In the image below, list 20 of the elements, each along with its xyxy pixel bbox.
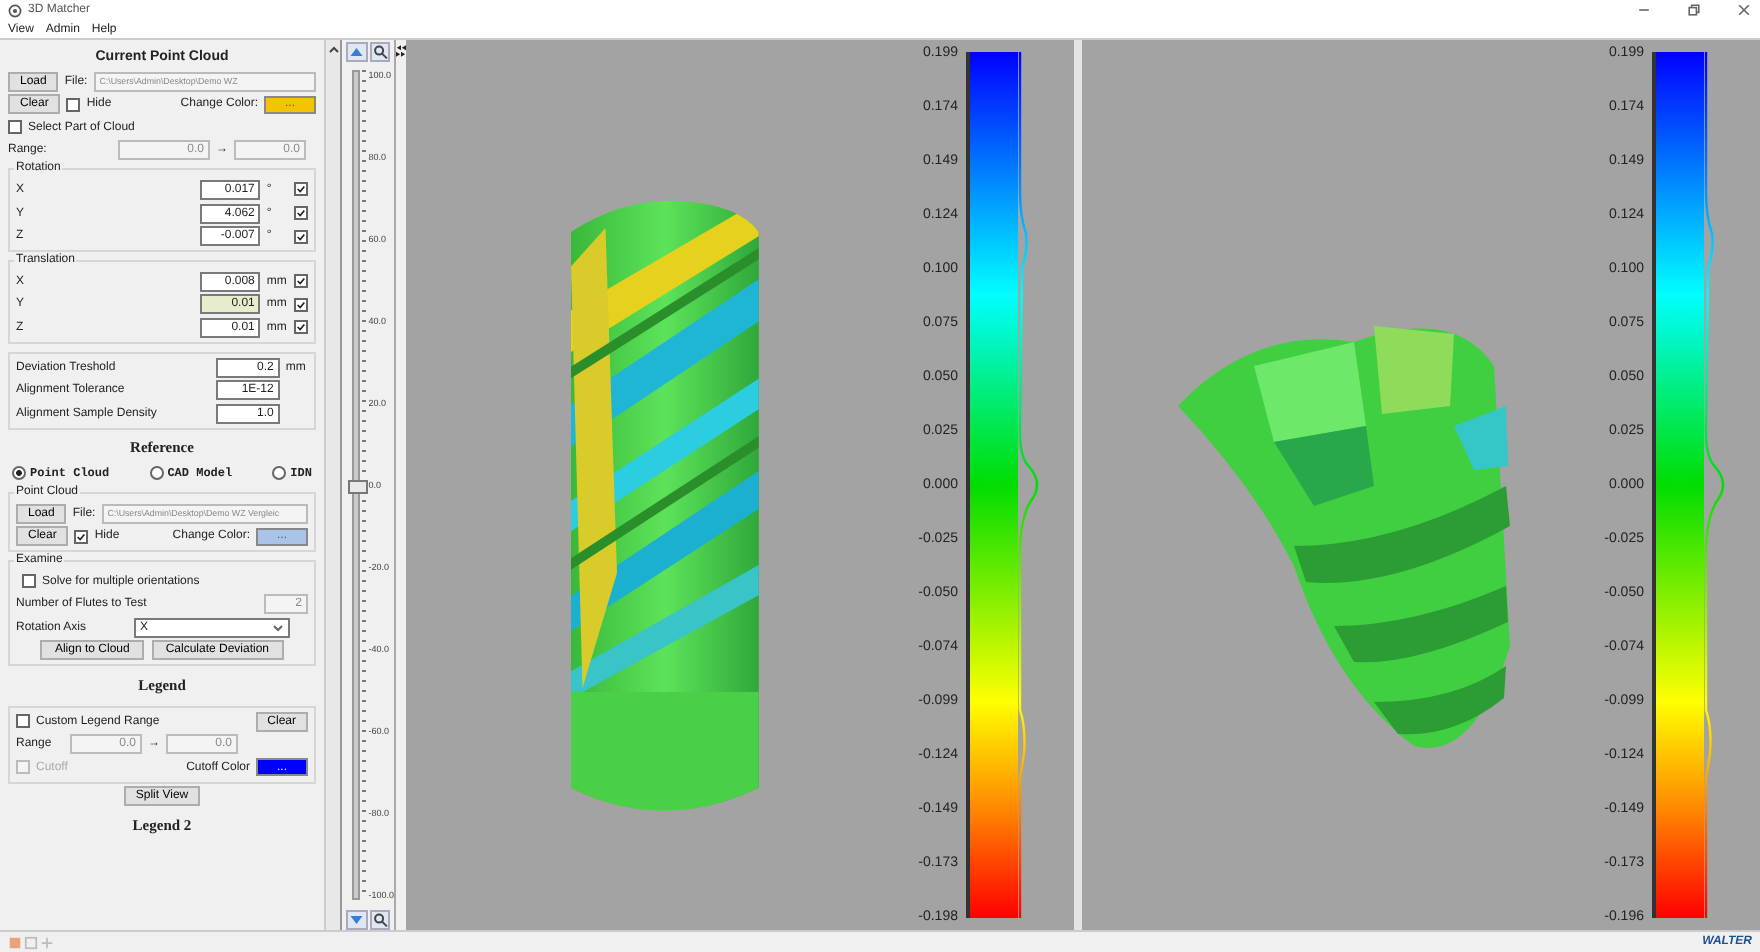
dropdown-caret-icon[interactable] xyxy=(272,623,284,632)
checkbox[interactable] xyxy=(294,229,308,244)
checkbox[interactable] xyxy=(294,320,308,335)
slider-handle[interactable] xyxy=(348,480,368,494)
checkbox[interactable] xyxy=(74,529,89,544)
checkbox[interactable] xyxy=(66,97,81,112)
zoom-icon[interactable] xyxy=(369,910,390,930)
checkbox[interactable] xyxy=(16,714,30,729)
checkbox[interactable] xyxy=(22,574,36,589)
checkbox[interactable] xyxy=(294,274,308,289)
checkbox[interactable] xyxy=(294,297,308,312)
app-icon xyxy=(8,3,22,17)
zoom-icon[interactable] xyxy=(369,42,390,62)
restore-icon[interactable] xyxy=(1686,2,1702,18)
checkbox[interactable] xyxy=(8,120,22,135)
scrollbar[interactable] xyxy=(324,40,340,930)
checkbox[interactable] xyxy=(294,206,308,221)
collapse-arrows-icon[interactable] xyxy=(396,44,406,58)
close-icon[interactable] xyxy=(1736,2,1752,18)
checkbox[interactable] xyxy=(294,182,308,197)
